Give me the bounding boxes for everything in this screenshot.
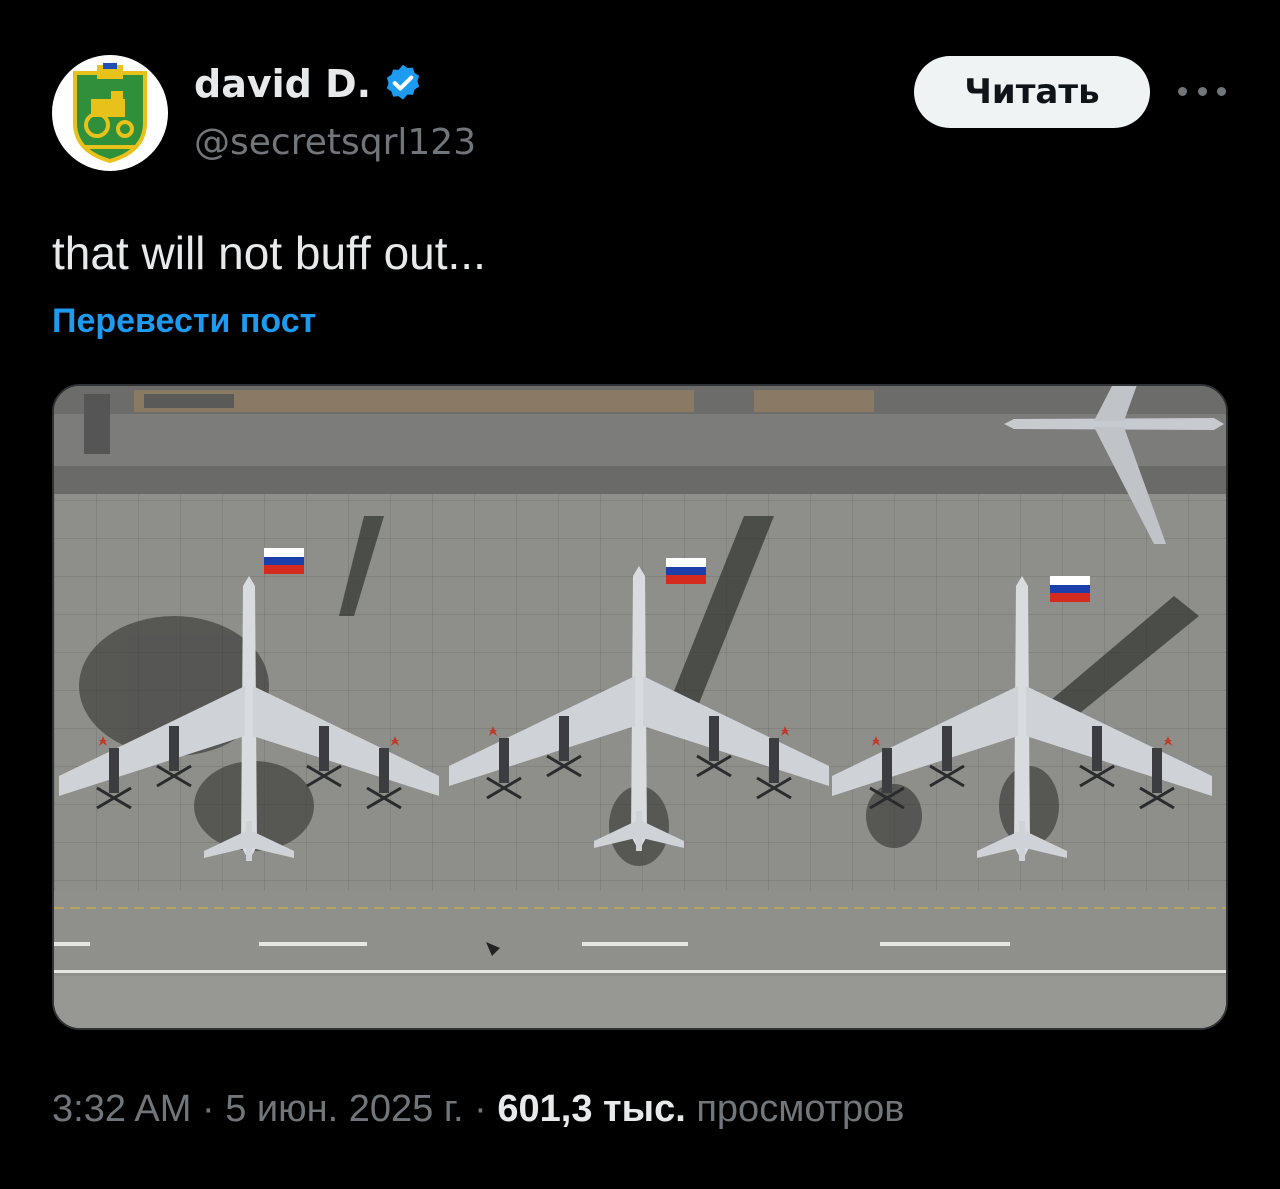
author-name[interactable]: david D. bbox=[194, 62, 371, 106]
more-dot-icon bbox=[1178, 86, 1187, 96]
post-time[interactable]: 3:32 AM bbox=[52, 1088, 191, 1130]
airfield-satellite-image bbox=[54, 386, 1226, 1028]
post-meta: 3:32 AM · 5 июн. 2025 г. · 601,3 тыс. пр… bbox=[52, 1088, 904, 1131]
translate-post-link[interactable]: Перевести пост bbox=[52, 302, 316, 341]
emblem-icon bbox=[73, 63, 147, 163]
post: david D. @secretsqrl123 Читать that will… bbox=[0, 0, 1280, 1189]
post-image[interactable] bbox=[52, 384, 1228, 1030]
post-date[interactable]: 5 июн. 2025 г. bbox=[225, 1088, 463, 1130]
views-count[interactable]: 601,3 тыс. bbox=[497, 1088, 685, 1130]
more-options-button[interactable] bbox=[1178, 76, 1226, 106]
author-name-row[interactable]: david D. bbox=[194, 62, 425, 106]
author-handle[interactable]: @secretsqrl123 bbox=[194, 122, 476, 163]
meta-separator: · bbox=[201, 1088, 215, 1130]
follow-button[interactable]: Читать bbox=[914, 56, 1150, 128]
avatar[interactable] bbox=[52, 55, 168, 171]
more-dot-icon bbox=[1197, 86, 1207, 96]
meta-separator: · bbox=[474, 1088, 487, 1130]
post-text: that will not buff out... bbox=[52, 227, 486, 279]
views-label: просмотров bbox=[696, 1088, 905, 1130]
more-dot-icon bbox=[1217, 86, 1226, 96]
verified-badge-icon bbox=[386, 64, 420, 100]
